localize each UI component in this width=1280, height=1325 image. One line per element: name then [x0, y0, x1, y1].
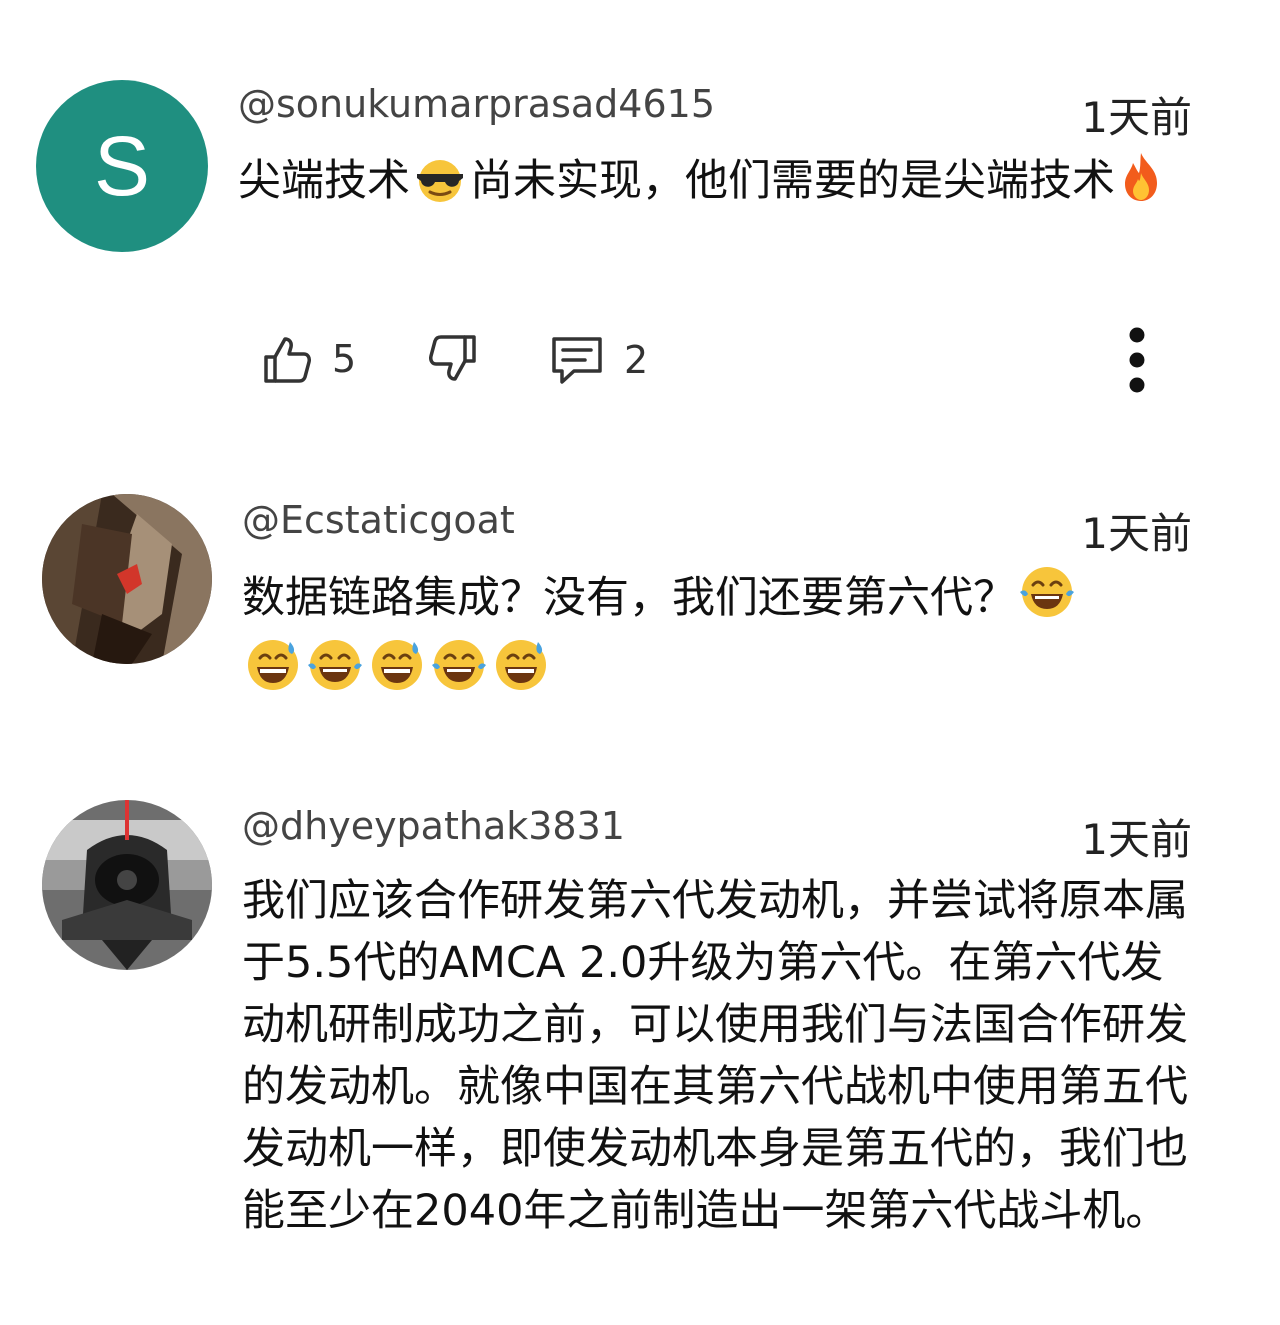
comment-text: 尖端技术 尚未实现，他们需要的是尖端技术	[238, 150, 1208, 220]
dislike-button[interactable]	[426, 331, 482, 387]
comment-icon	[552, 337, 602, 384]
tears-of-joy-icon	[428, 637, 490, 710]
comment-time: 1天前	[1081, 93, 1192, 142]
comment-time: 1天前	[1081, 509, 1192, 558]
comment-actions: 5 2	[258, 325, 1158, 395]
reply-button[interactable]: 2	[548, 331, 648, 389]
fire-icon	[1115, 151, 1167, 220]
more-options-button[interactable]	[1120, 325, 1154, 395]
grinning-sweat-icon	[242, 637, 304, 710]
tears-of-joy-icon	[304, 637, 366, 710]
comment-text-part: 数据链路集成？没有，我们还要第六代？	[242, 573, 1016, 623]
grinning-sweat-icon	[490, 637, 552, 710]
thumbs-down-icon	[429, 335, 476, 381]
avatar[interactable]	[42, 800, 212, 970]
comment: S @sonukumarprasad4615 1天前 尖端技术 尚未实现，他们需要…	[0, 80, 1280, 410]
comment-author[interactable]: @sonukumarprasad4615	[238, 82, 715, 126]
like-count: 5	[332, 337, 357, 381]
comment: @dhyeypathak3831 1天前 我们应该合作研发第六代发动机，并尝试将…	[0, 800, 1280, 1325]
comment-text-part: 尚未实现，他们需要的是尖端技术	[470, 156, 1115, 206]
more-vertical-icon	[1129, 327, 1145, 393]
like-button[interactable]: 5	[258, 331, 356, 387]
comment-author[interactable]: @Ecstaticgoat	[242, 498, 515, 542]
reply-count: 2	[624, 338, 649, 382]
comments-list: S @sonukumarprasad4615 1天前 尖端技术 尚未实现，他们需要…	[0, 0, 1280, 1325]
tears-of-joy-icon	[1016, 564, 1078, 637]
avatar[interactable]	[42, 494, 212, 664]
comment-time: 1天前	[1081, 815, 1192, 864]
comment-text: 我们应该合作研发第六代发动机，并尝试将原本属于5.5代的AMCA 2.0升级为第…	[242, 876, 1188, 1236]
comment-text-part: 尖端技术	[238, 156, 410, 206]
sunglasses-face-icon	[410, 158, 470, 220]
grinning-sweat-icon	[366, 637, 428, 710]
thumbs-up-icon	[264, 337, 311, 383]
comment-text: 数据链路集成？没有，我们还要第六代？	[242, 564, 1212, 710]
comment-author[interactable]: @dhyeypathak3831	[242, 804, 625, 848]
comment: @Ecstaticgoat 1天前 数据链路集成？没有，我们还要第六代？	[0, 494, 1280, 714]
avatar[interactable]: S	[36, 80, 208, 252]
